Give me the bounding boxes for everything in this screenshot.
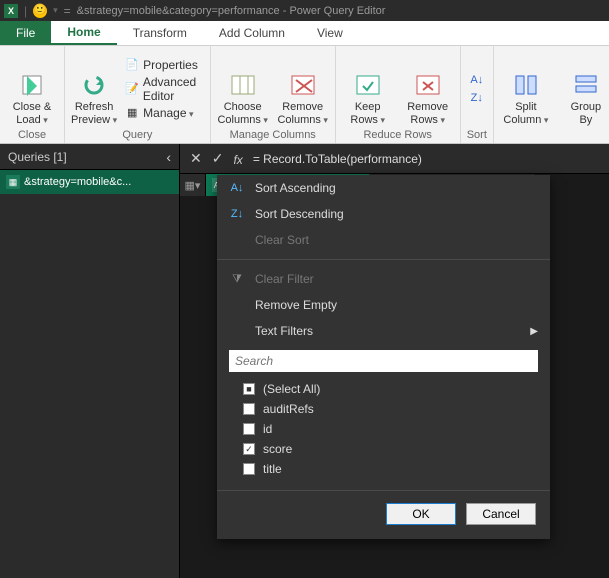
qat-sep: = [64, 4, 71, 18]
sort-asc-icon: A↓ [229, 182, 245, 194]
sort-desc-button[interactable]: Z↓ [470, 91, 484, 105]
group-label-sort: Sort [467, 127, 487, 141]
sort-asc-button[interactable]: A↓ [470, 73, 484, 87]
window-title: &strategy=mobile&category=performance - … [77, 5, 386, 17]
collapse-queries-icon[interactable]: ‹ [166, 149, 171, 165]
split-column-button[interactable]: Split Column [500, 50, 552, 127]
manage-icon: ▦ [125, 106, 139, 120]
checkbox-icon[interactable] [243, 423, 255, 435]
group-manage-columns: Choose Columns Remove Columns Manage Col… [211, 46, 336, 143]
filter-context-menu: A↓ Sort Ascending Z↓ Sort Descending Cle… [217, 175, 550, 539]
keep-rows-button[interactable]: Keep Rows [342, 50, 394, 127]
fx-icon[interactable]: fx [233, 151, 242, 167]
group-label-reduce-rows: Reduce Rows [342, 127, 454, 141]
separator: | [24, 4, 27, 18]
queries-header: Queries [1] ‹ [0, 144, 179, 170]
sort-desc-icon: Z↓ [229, 208, 245, 220]
group-sort: A↓ Z↓ Sort [461, 46, 494, 143]
checkbox-icon[interactable] [243, 403, 255, 415]
properties-button[interactable]: 📄 Properties [125, 58, 204, 72]
queries-title: Queries [1] [8, 150, 67, 164]
refresh-icon [80, 71, 108, 99]
excel-icon: X [4, 4, 18, 18]
filter-search-input[interactable] [229, 350, 538, 372]
queries-pane: Queries [1] ‹ ▦ &strategy=mobile&c... [0, 144, 180, 578]
chevron-right-icon: ▶ [530, 326, 538, 337]
filter-opt-auditrefs[interactable]: auditRefs [243, 402, 538, 416]
keep-rows-icon [354, 71, 382, 99]
ribbon-tabs: File Home Transform Add Column View [0, 21, 609, 46]
group-label-close: Close [6, 127, 58, 141]
refresh-preview-button[interactable]: Refresh Preview [71, 50, 117, 127]
remove-rows-icon [414, 71, 442, 99]
filter-icon: ⧩ [229, 273, 245, 286]
remove-columns-button[interactable]: Remove Columns [277, 50, 329, 127]
close-and-load-button[interactable]: Close & Load [6, 50, 58, 127]
advanced-editor-button[interactable]: 📝 Advanced Editor [125, 75, 204, 103]
main-area: Queries [1] ‹ ▦ &strategy=mobile&c... ✕ … [0, 144, 609, 578]
choose-columns-button[interactable]: Choose Columns [217, 50, 269, 127]
tab-file[interactable]: File [0, 21, 51, 45]
commit-formula-icon[interactable]: ✓ [212, 150, 224, 167]
sort-descending-item[interactable]: Z↓ Sort Descending [217, 201, 550, 227]
cancel-button[interactable]: Cancel [466, 503, 536, 525]
ribbon: Close & Load Close Refresh Preview 📄 Pro… [0, 46, 609, 144]
split-col-icon [512, 71, 540, 99]
adv-editor-icon: 📝 [125, 82, 139, 96]
formula-bar: ✕ ✓ fx = Record.ToTable(performance) [180, 144, 609, 174]
close-load-icon [18, 71, 46, 99]
titlebar: X | ▾ = &strategy=mobile&category=perfor… [0, 0, 609, 21]
remove-cols-icon [289, 71, 317, 99]
filter-opt-select-all[interactable]: ■ (Select All) [243, 382, 538, 396]
tab-home[interactable]: Home [51, 21, 116, 45]
query-item[interactable]: ▦ &strategy=mobile&c... [0, 170, 179, 194]
remove-empty-item[interactable]: Remove Empty [217, 292, 550, 318]
sort-ascending-item[interactable]: A↓ Sort Ascending [217, 175, 550, 201]
editor-area: ✕ ✓ fx = Record.ToTable(performance) ▦▾ … [180, 144, 609, 578]
filter-opt-title[interactable]: title [243, 462, 538, 476]
choose-cols-icon [229, 71, 257, 99]
group-close: Close & Load Close [0, 46, 65, 143]
clear-filter-item: ⧩ Clear Filter [217, 266, 550, 292]
checkbox-checked-icon[interactable]: ✓ [243, 443, 255, 455]
query-name: &strategy=mobile&c... [24, 176, 173, 188]
group-label-manage-cols: Manage Columns [217, 127, 329, 141]
formula-text[interactable]: = Record.ToTable(performance) [253, 152, 422, 166]
group-reduce-rows: Keep Rows Remove Rows Reduce Rows [336, 46, 461, 143]
checkbox-indeterminate-icon[interactable]: ■ [243, 383, 255, 395]
cancel-formula-icon[interactable]: ✕ [190, 150, 202, 167]
tab-transform[interactable]: Transform [117, 21, 203, 45]
smiley-icon[interactable] [33, 4, 47, 18]
remove-rows-button[interactable]: Remove Rows [402, 50, 454, 127]
checkbox-icon[interactable] [243, 463, 255, 475]
group-by-icon [572, 71, 600, 99]
group-transform: Split Column Group By Da T [494, 46, 609, 143]
table-corner-icon[interactable]: ▦▾ [180, 174, 206, 196]
filter-opt-score[interactable]: ✓ score [243, 442, 538, 456]
clear-sort-item: Clear Sort [217, 227, 550, 253]
filter-opt-id[interactable]: id [243, 422, 538, 436]
properties-icon: 📄 [125, 58, 139, 72]
sep-caret[interactable]: ▾ [53, 5, 58, 16]
group-label-query: Query [71, 127, 204, 141]
group-by-button[interactable]: Group By [560, 50, 609, 127]
tab-view[interactable]: View [301, 21, 359, 45]
tab-add-column[interactable]: Add Column [203, 21, 301, 45]
text-filters-item[interactable]: Text Filters ▶ [217, 318, 550, 344]
group-query: Refresh Preview 📄 Properties 📝 Advanced … [65, 46, 211, 143]
ok-button[interactable]: OK [386, 503, 456, 525]
table-icon: ▦ [6, 175, 20, 189]
manage-button[interactable]: ▦ Manage [125, 106, 204, 120]
